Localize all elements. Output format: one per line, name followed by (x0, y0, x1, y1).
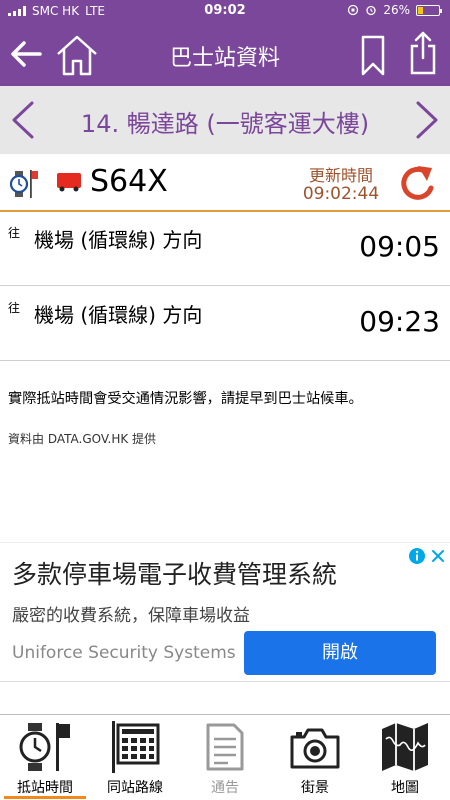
timetable-sign-icon (112, 721, 160, 773)
tab-label: 街景 (301, 780, 329, 796)
status-bar: SMC HK LTE 09:02 26% (0, 0, 450, 22)
tab-label: 通告 (211, 780, 239, 796)
battery-icon (416, 4, 442, 16)
eta-time: 09:05 (359, 230, 440, 263)
map-icon (382, 723, 428, 771)
tab-map[interactable]: 地圖 (360, 715, 450, 800)
ad-company: Uniforce Security Systems (12, 643, 236, 663)
battery-percent: 26% (383, 3, 410, 17)
bus-icon (57, 173, 81, 192)
refresh-icon[interactable] (396, 162, 438, 204)
route-header: S64X 更新時間 09:02:44 (0, 154, 450, 212)
eta-row: 往 機場 (循環線) 方向 09:05 (0, 212, 450, 286)
tab-label: 同站路線 (107, 780, 163, 796)
eta-time: 09:23 (359, 305, 440, 338)
route-number: S64X (90, 164, 168, 199)
watch-flag-icon (10, 170, 38, 198)
tab-street-view[interactable]: 街景 (270, 715, 360, 800)
stop-name: 14. 暢達路 (一號客運大樓) (80, 110, 370, 138)
ad-open-button[interactable]: 開啟 (244, 631, 436, 675)
eta-destination: 機場 (循環線) 方向 (34, 228, 203, 252)
next-stop-chevron-icon[interactable] (412, 100, 442, 140)
stop-selector: 14. 暢達路 (一號客運大樓) (0, 86, 450, 154)
app-header: SMC HK LTE 09:02 26% 巴士站資料 (0, 0, 450, 86)
camera-icon (290, 728, 340, 769)
tab-notices[interactable]: 通告 (180, 715, 270, 800)
tab-label: 抵站時間 (17, 780, 73, 796)
share-icon[interactable] (408, 30, 438, 76)
ad-info-icon[interactable] (408, 547, 426, 565)
ad-banner[interactable]: 多款停車場電子收費管理系統 嚴密的收費系統，保障車場收益 Uniforce Se… (0, 542, 450, 682)
ad-close-icon[interactable] (430, 547, 446, 565)
active-tab-indicator (4, 796, 86, 799)
document-icon (206, 723, 244, 771)
direction-tag: 往 (8, 301, 21, 315)
orientation-lock-icon (348, 4, 359, 16)
updated-time: 09:02:44 (302, 184, 380, 204)
arrival-disclaimer: 實際抵站時間會受交通情況影響，請提早到巴士站候車。 (8, 391, 363, 407)
ad-subline: 嚴密的收費系統，保障車場收益 (12, 606, 250, 626)
eta-destination: 機場 (循環線) 方向 (34, 303, 203, 327)
battery-fill (418, 6, 423, 14)
tab-label: 地圖 (391, 780, 419, 796)
watch-flag-icon (19, 723, 70, 771)
data-source: 資料由 DATA.GOV.HK 提供 (8, 432, 157, 446)
alarm-icon (366, 5, 376, 16)
ad-headline: 多款停車場電子收費管理系統 (12, 560, 338, 589)
status-right: 26% (347, 3, 442, 17)
eta-row: 往 機場 (循環線) 方向 09:23 (0, 287, 450, 361)
tab-same-stop-routes[interactable]: 同站路線 (90, 715, 180, 800)
bookmark-icon[interactable] (360, 34, 386, 78)
direction-tag: 往 (8, 226, 21, 240)
bottom-tab-bar: 抵站時間 同站路線 通告 街景 地圖 (0, 714, 450, 800)
updated-label: 更新時間 (308, 166, 373, 185)
tab-arrival-time[interactable]: 抵站時間 (0, 715, 90, 800)
nav-bar: 巴士站資料 (0, 22, 450, 86)
